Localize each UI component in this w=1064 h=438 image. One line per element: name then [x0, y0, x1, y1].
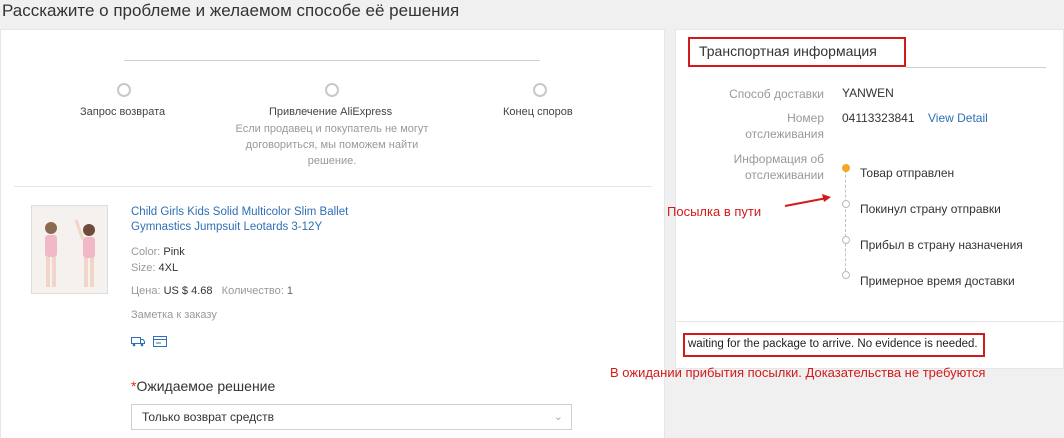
card-icon[interactable]	[153, 336, 167, 347]
title-underline	[906, 67, 1046, 68]
solution-selected-value: Только возврат средств	[142, 410, 274, 424]
status-shipped: Товар отправлен	[860, 166, 955, 180]
annotation-waiting: В ожидании прибытия посылки. Доказательс…	[610, 365, 986, 380]
size-value: 4XL	[158, 262, 179, 274]
status-dot-shipped	[842, 164, 850, 172]
step-dot-request	[117, 83, 131, 97]
tracking-number-label: Номер отслеживания	[745, 111, 824, 141]
solution-label-text: Ожидаемое решение	[136, 378, 276, 394]
step-label-aliexpress: Привлечение AliExpress	[269, 106, 393, 118]
quantity-label: Количество:	[221, 285, 284, 297]
product-title-link[interactable]: Child Girls Kids Solid Multicolor Slim B…	[131, 205, 391, 235]
annotation-in-transit: Посылка в пути	[667, 204, 762, 219]
chevron-down-icon: ⌄	[553, 411, 563, 423]
section-divider	[14, 186, 652, 187]
product-photo-icon	[32, 206, 107, 293]
side-divider	[676, 321, 1063, 322]
evidence-note: waiting for the package to arrive. No ev…	[683, 333, 985, 357]
status-arrived: Прибыл в страну назначения	[860, 238, 1023, 252]
shipping-info-title: Транспортная информация	[688, 37, 906, 67]
size-label: Size:	[131, 262, 156, 274]
price-label: Цена:	[131, 285, 161, 297]
view-detail-link[interactable]: View Detail	[928, 111, 988, 125]
product-size: Size: 4XL	[131, 262, 178, 274]
page-title: Расскажите о проблеме и желаемом способе…	[2, 1, 460, 20]
progress-track	[124, 60, 540, 61]
price-value: US $ 4.68	[163, 285, 213, 297]
quantity-value: 1	[286, 285, 293, 297]
status-dot-arrived	[842, 236, 850, 244]
status-left-origin: Покинул страну отправки	[860, 202, 1001, 216]
tracking-number-value: 04113323841	[842, 111, 915, 125]
status-dot-estimated	[842, 271, 850, 279]
shipping-method-value: YANWEN	[842, 86, 894, 100]
step-label-end: Конец споров	[503, 106, 573, 118]
tracking-info-label: Информация об отслеживании	[733, 152, 824, 182]
status-estimated: Примерное время доставки	[860, 274, 1015, 288]
product-image[interactable]	[31, 205, 108, 294]
product-color: Color: Pink	[131, 246, 185, 258]
solution-label: *Ожидаемое решение	[131, 378, 275, 394]
color-value: Pink	[163, 246, 185, 258]
step-description: Если продавец и покупатель не могут дого…	[235, 123, 429, 167]
arrow-right-icon	[784, 194, 831, 207]
step-dot-aliexpress	[325, 83, 339, 97]
shipping-icon[interactable]	[131, 336, 145, 347]
shipping-method-label: Способ доставки	[729, 87, 824, 101]
status-dot-left-origin	[842, 200, 850, 208]
shipping-info-card	[675, 29, 1064, 369]
step-label-request: Запрос возврата	[80, 106, 166, 118]
color-label: Color:	[131, 246, 161, 258]
solution-select[interactable]: Только возврат средств ⌄	[131, 404, 572, 430]
tracking-timeline	[845, 170, 846, 276]
order-note: Заметка к заказу	[131, 309, 217, 321]
step-dot-end	[533, 83, 547, 97]
product-price: Цена: US $ 4.68 Количество: 1	[131, 285, 293, 297]
